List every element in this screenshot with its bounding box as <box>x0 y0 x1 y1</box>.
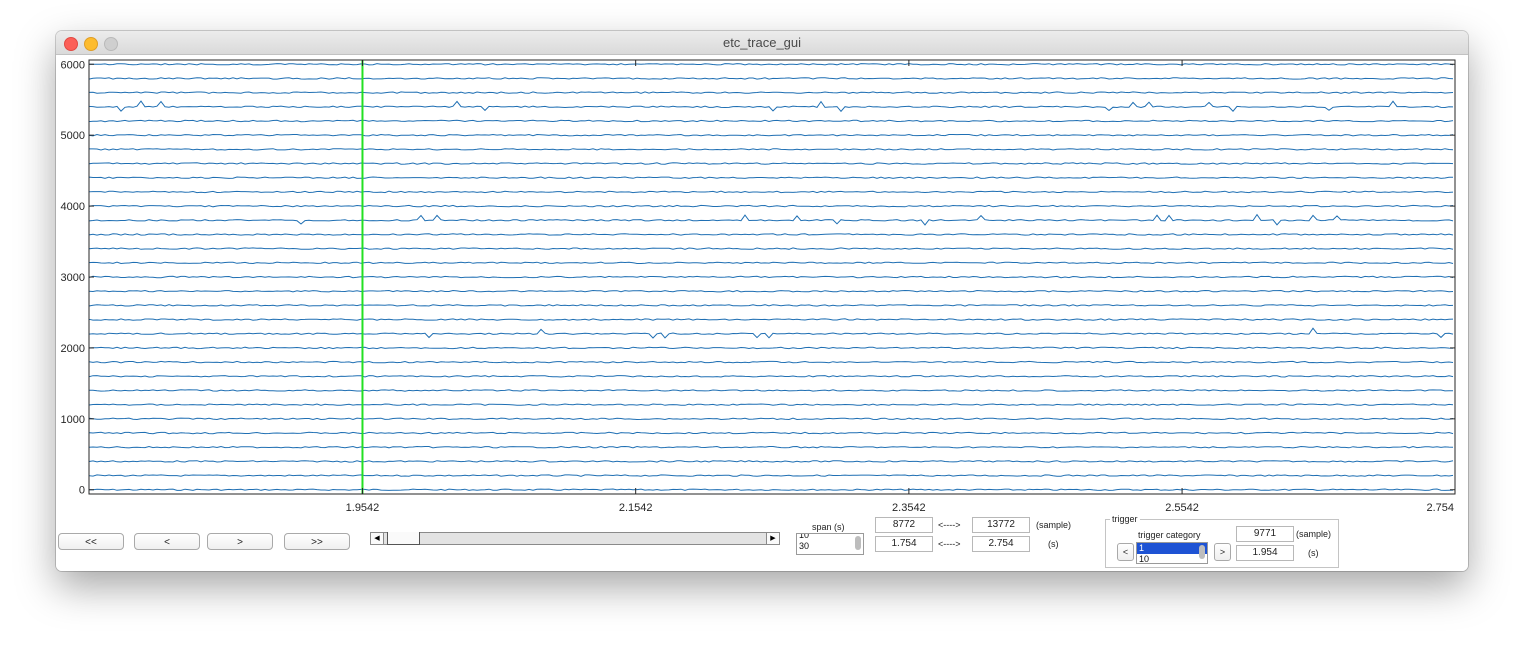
trigger-category-option[interactable]: 1 <box>1137 543 1207 554</box>
span-listbox[interactable]: 10 30 <box>796 533 864 555</box>
trace-line <box>88 445 1454 449</box>
x-tick-label: 2.754 <box>1426 502 1454 514</box>
start-time-field[interactable]: 1.754 <box>875 536 933 552</box>
next-page-button[interactable]: > <box>207 533 273 550</box>
time-unit-label: (s) <box>1048 539 1059 549</box>
trace-line <box>88 190 1454 194</box>
previous-page-button[interactable]: < <box>134 533 200 550</box>
trace-line <box>88 162 1454 165</box>
trace-line <box>88 375 1454 378</box>
trace-line <box>88 247 1454 250</box>
trace-line <box>88 63 1454 66</box>
trigger-category-listbox[interactable]: 1 10 <box>1136 542 1208 564</box>
end-time-field[interactable]: 2.754 <box>972 536 1030 552</box>
trigger-time-unit-label: (s) <box>1308 548 1319 558</box>
span-scrollbar[interactable] <box>855 536 861 550</box>
trigger-previous-button[interactable]: < <box>1117 543 1134 561</box>
trace-line <box>88 77 1454 80</box>
trace-line <box>88 431 1454 435</box>
trace-line <box>88 133 1454 137</box>
trace-line <box>88 460 1454 463</box>
app-window: etc_trace_gui 0 1000 2000 3000 4000 5000 6000 … <box>56 31 1468 571</box>
trace-line <box>88 304 1454 307</box>
window-title: etc_trace_gui <box>722 35 802 50</box>
client-area: 0 1000 2000 3000 4000 5000 6000 1.9542 2.1542 2.… <box>56 55 1468 571</box>
slider-thumb[interactable] <box>387 532 420 545</box>
time-slider[interactable]: ◀ ▶ <box>370 532 780 545</box>
trace-line <box>88 275 1454 279</box>
trace-line <box>88 474 1454 477</box>
trace-line <box>88 417 1454 421</box>
trace-plot[interactable]: 0 1000 2000 3000 4000 5000 6000 1.9542 2.1542 2.… <box>56 55 1468 525</box>
trace-line <box>88 100 1454 113</box>
trigger-group-title: trigger <box>1110 514 1140 524</box>
trace-line <box>88 233 1454 236</box>
trace-line <box>88 389 1454 392</box>
end-sample-field[interactable]: 13772 <box>972 517 1030 533</box>
span-option[interactable]: 10 <box>797 534 863 541</box>
trigger-time-field[interactable]: 1.954 <box>1236 545 1294 561</box>
trace-line <box>88 488 1454 491</box>
trace-line <box>88 403 1454 406</box>
x-tick-label: 1.9542 <box>346 502 380 514</box>
trace-line <box>88 148 1454 151</box>
slider-right-arrow-icon[interactable]: ▶ <box>766 533 779 544</box>
trace-line <box>88 261 1454 265</box>
title-bar: etc_trace_gui <box>56 31 1468 55</box>
last-page-button[interactable]: >> <box>284 533 350 550</box>
sample-unit-label: (sample) <box>1036 520 1072 530</box>
x-tick-label: 2.5542 <box>1165 502 1199 514</box>
trace-line <box>88 91 1454 94</box>
trigger-next-button[interactable]: > <box>1214 543 1231 561</box>
y-tick-label: 3000 <box>61 272 85 284</box>
trigger-sample-unit-label: (sample) <box>1296 529 1332 539</box>
y-tick-label: 4000 <box>61 201 85 213</box>
span-option[interactable]: 30 <box>797 541 863 552</box>
trace-line <box>88 213 1454 226</box>
trace-line <box>88 289 1454 293</box>
y-tick-label: 1000 <box>61 414 85 426</box>
time-range-arrow: <----> <box>938 539 961 549</box>
y-tick-label: 2000 <box>61 343 85 355</box>
trigger-category-label: trigger category <box>1138 530 1201 540</box>
first-page-button[interactable]: << <box>58 533 124 550</box>
trace-line <box>88 176 1454 179</box>
trace-line <box>88 119 1454 123</box>
x-tick-label: 2.1542 <box>619 502 653 514</box>
y-tick-label: 6000 <box>61 59 85 71</box>
y-axis: 0 1000 2000 3000 4000 5000 6000 <box>61 59 1455 497</box>
y-tick-label: 0 <box>79 485 85 497</box>
span-label: span (s) <box>812 522 845 532</box>
trace-line <box>88 204 1454 208</box>
trace-line <box>88 318 1454 321</box>
trace-line <box>88 327 1454 339</box>
sample-range-arrow: <----> <box>938 520 961 530</box>
start-sample-field[interactable]: 8772 <box>875 517 933 533</box>
traces-group <box>88 63 1454 491</box>
x-tick-label: 2.3542 <box>892 502 926 514</box>
x-axis: 1.9542 2.1542 2.3542 2.5542 2.754 <box>346 60 1456 514</box>
trace-line <box>88 346 1454 350</box>
trigger-category-scrollbar[interactable] <box>1199 545 1205 559</box>
trigger-category-option[interactable]: 10 <box>1137 554 1207 563</box>
trigger-sample-field[interactable]: 9771 <box>1236 526 1294 542</box>
trace-line <box>88 360 1454 364</box>
slider-left-arrow-icon[interactable]: ◀ <box>371 533 384 544</box>
y-tick-label: 5000 <box>61 130 85 142</box>
